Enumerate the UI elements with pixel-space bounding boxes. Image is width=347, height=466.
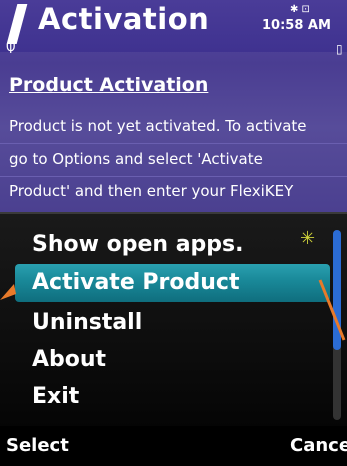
menu-item-exit[interactable]: Exit (32, 384, 79, 409)
shortcut-icon: ✳ (300, 228, 316, 249)
cancel-softkey[interactable]: Cancel (290, 435, 347, 456)
status-icons: ✱ ⊡ (290, 4, 310, 15)
app-title: Activation (38, 2, 210, 36)
menu-item-about[interactable]: About (32, 347, 106, 372)
content-panel: Activation ✱ ⊡ 10:58 AM Ψ ▯ Product Acti… (0, 0, 347, 212)
divider (0, 143, 347, 144)
message-line-2: go to Options and select 'Activate (9, 150, 263, 168)
section-title: Product Activation (9, 74, 209, 96)
battery-icon: ▯ (336, 42, 343, 56)
phone-screen: Activation ✱ ⊡ 10:58 AM Ψ ▯ Product Acti… (0, 0, 347, 466)
signal-icon: Ψ (6, 42, 16, 56)
select-softkey[interactable]: Select (6, 435, 69, 456)
options-menu: ✳ Show open apps. Activate Product Unins… (0, 212, 347, 428)
annotation-arrow-left (0, 284, 16, 300)
clock: 10:58 AM (262, 18, 331, 33)
title-accent-icon (6, 4, 28, 44)
message-line-3: Product' and then enter your FlexiKEY (9, 182, 294, 200)
menu-item-show-open-apps[interactable]: Show open apps. (32, 232, 244, 257)
title-bar: Activation ✱ ⊡ 10:58 AM (0, 0, 347, 52)
annotation-arrow-right (318, 279, 346, 341)
menu-item-activate-product[interactable]: Activate Product (32, 270, 239, 295)
softkey-bar: Select Cancel (0, 426, 347, 466)
menu-item-uninstall[interactable]: Uninstall (32, 310, 142, 335)
message-line-1: Product is not yet activated. To activat… (9, 117, 307, 135)
divider (0, 176, 347, 177)
